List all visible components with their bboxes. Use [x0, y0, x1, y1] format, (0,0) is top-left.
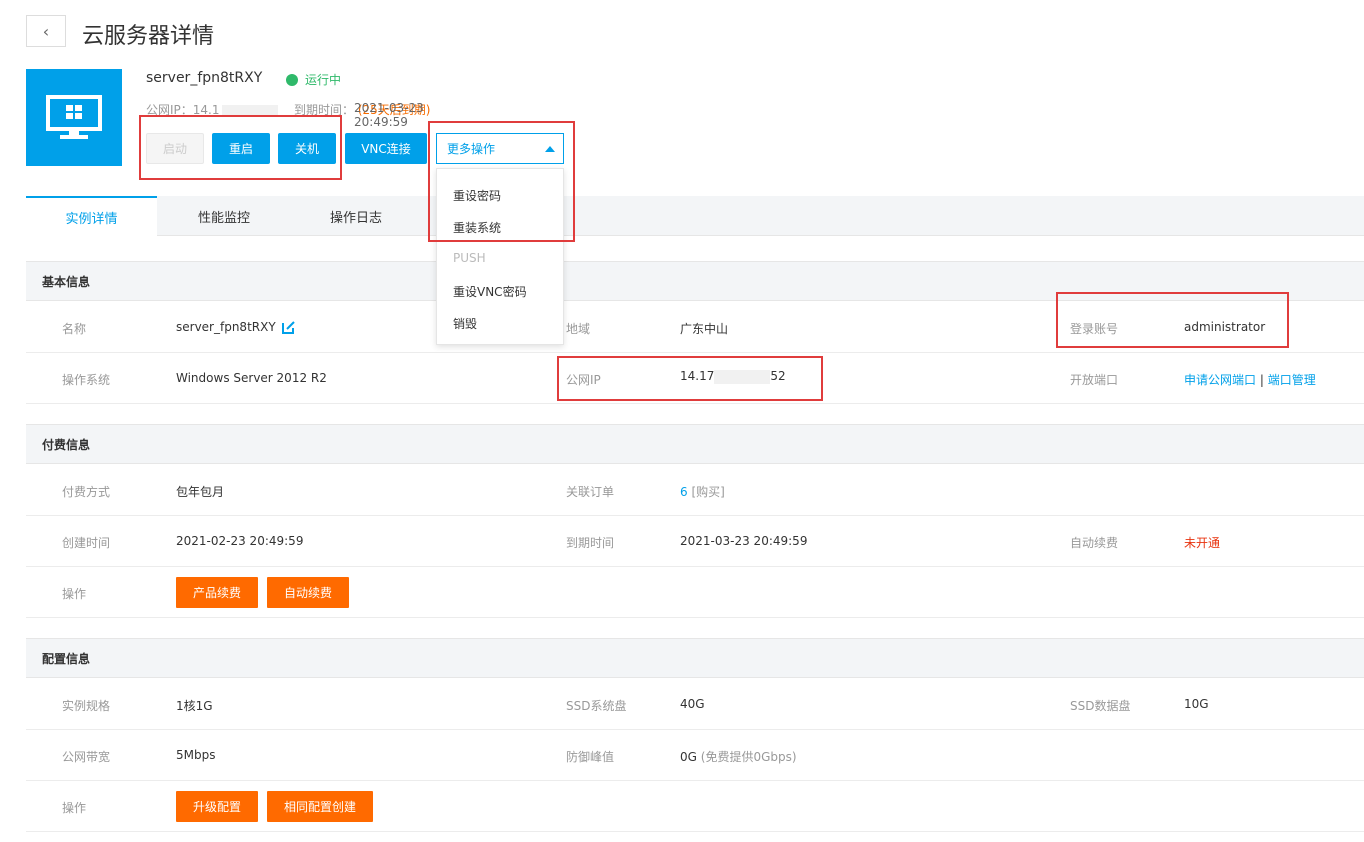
status-dot-icon — [286, 73, 298, 86]
expire-label: 到期时间： — [294, 103, 355, 117]
port-manage-link[interactable]: 端口管理 — [1268, 373, 1316, 387]
public-ip-summary: 公网IP：14.1 — [146, 101, 278, 118]
more-operations-dropdown[interactable]: 更多操作 — [436, 133, 564, 164]
region-label: 地域 — [566, 322, 591, 336]
tab-performance-monitor[interactable]: 性能监控 — [157, 196, 291, 236]
public-ip-value: 14.17 52 — [680, 369, 786, 384]
payment-method-label: 付费方式 — [62, 485, 111, 499]
ip-redaction — [221, 104, 278, 117]
os-label: 操作系统 — [62, 373, 111, 387]
more-operations-menu: 重设密码 重装系统 PUSH 重设VNC密码 销毁 — [436, 168, 564, 345]
related-order-value: 6 [购买] — [680, 483, 725, 500]
login-account-label: 登录账号 — [1070, 322, 1119, 336]
system-disk-label: SSD系统盘 — [566, 699, 627, 713]
name-label: 名称 — [62, 322, 87, 336]
clone-config-button[interactable]: 相同配置创建 — [267, 791, 373, 822]
instance-spec-label: 实例规格 — [62, 699, 111, 713]
ip-end: 52 — [770, 369, 786, 383]
section-billing-info: 付费信息 — [26, 424, 1364, 464]
expire-time-label: 到期时间 — [566, 536, 615, 550]
region-value: 广东中山 — [680, 322, 729, 336]
shutdown-button[interactable]: 关机 — [278, 133, 336, 164]
os-value: Windows Server 2012 R2 — [176, 371, 327, 385]
section-basic-info: 基本信息 — [26, 261, 1364, 301]
tab-operation-log[interactable]: 操作日志 — [291, 196, 421, 236]
row-divider — [26, 403, 1364, 404]
row-divider — [26, 617, 1364, 618]
status-badge: 运行中 — [286, 71, 341, 88]
ip-start: 14.17 — [680, 369, 715, 383]
menu-item-reset-vnc-password[interactable]: 重设VNC密码 — [453, 283, 527, 300]
row-divider — [26, 566, 1364, 567]
menu-item-destroy[interactable]: 销毁 — [453, 315, 477, 332]
order-buy-link[interactable]: [购买] — [691, 485, 724, 499]
expire-time-value: 2021-03-23 20:49:59 — [680, 534, 808, 548]
expire-summary: 到期时间： 2021-03-23 20:49:59 (25天后到期) — [294, 101, 430, 129]
public-ip-label: 公网IP：14.1 — [146, 103, 220, 117]
public-ip-label-row: 公网IP — [566, 373, 601, 387]
auto-renew-button[interactable]: 自动续费 — [267, 577, 349, 608]
ddos-amount: 0G — [680, 750, 697, 764]
row-divider — [26, 831, 1364, 832]
renew-product-button[interactable]: 产品续费 — [176, 577, 258, 608]
name-value: server_fpn8tRXY — [176, 320, 276, 334]
more-operations-label: 更多操作 — [447, 142, 496, 156]
open-ports-label: 开放端口 — [1070, 373, 1119, 387]
created-time-value: 2021-02-23 20:49:59 — [176, 534, 304, 548]
created-time-label: 创建时间 — [62, 536, 111, 550]
system-disk-value: 40G — [680, 697, 705, 711]
windows-server-icon — [26, 69, 122, 166]
row-divider — [26, 352, 1364, 353]
instance-spec-value: 1核1G — [176, 699, 213, 713]
row-divider — [26, 729, 1364, 730]
edit-icon[interactable] — [282, 320, 296, 334]
open-ports-links: 申请公网端口 | 端口管理 — [1184, 371, 1316, 388]
ddos-value: 0G (免费提供0Gbps) — [680, 748, 797, 765]
back-button[interactable]: ‹ — [26, 15, 66, 47]
auto-renew-value: 未开通 — [1184, 536, 1221, 550]
row-divider — [26, 515, 1364, 516]
order-count-link[interactable]: 6 — [680, 485, 688, 499]
start-button[interactable]: 启动 — [146, 133, 204, 164]
restart-button[interactable]: 重启 — [212, 133, 270, 164]
status-text: 运行中 — [305, 73, 342, 87]
bandwidth-value: 5Mbps — [176, 748, 216, 762]
section-config-info: 配置信息 — [26, 638, 1364, 678]
page-title: 云服务器详情 — [82, 24, 215, 49]
data-disk-label: SSD数据盘 — [1070, 699, 1131, 713]
ip-redaction — [714, 369, 771, 384]
related-order-label: 关联订单 — [566, 485, 615, 499]
upgrade-config-button[interactable]: 升级配置 — [176, 791, 258, 822]
bandwidth-label: 公网带宽 — [62, 750, 111, 764]
ddos-label: 防御峰值 — [566, 750, 615, 764]
server-name: server_fpn8tRXY — [146, 70, 263, 86]
chevron-left-icon: ‹ — [42, 21, 50, 41]
menu-item-push: PUSH — [453, 251, 486, 265]
data-disk-value: 10G — [1184, 697, 1209, 711]
menu-item-reinstall-system[interactable]: 重装系统 — [453, 219, 501, 236]
apply-port-link[interactable]: 申请公网端口 — [1184, 373, 1256, 387]
menu-item-reset-password[interactable]: 重设密码 — [453, 187, 501, 204]
ddos-note: (免费提供0Gbps) — [700, 750, 797, 764]
vnc-connect-button[interactable]: VNC连接 — [345, 133, 427, 164]
payment-method-value: 包年包月 — [176, 485, 225, 499]
tab-instance-details[interactable]: 实例详情 — [26, 196, 157, 237]
link-separator: | — [1259, 373, 1264, 387]
billing-operation-label: 操作 — [62, 587, 87, 601]
tab-bar: 实例详情 性能监控 操作日志 — [26, 196, 1364, 237]
caret-up-icon — [545, 146, 555, 152]
row-divider — [26, 780, 1364, 781]
config-operation-label: 操作 — [62, 801, 87, 815]
auto-renew-label: 自动续费 — [1070, 536, 1119, 550]
expire-value: 2021-03-23 20:49:59 — [354, 101, 424, 129]
login-account-value: administrator — [1184, 320, 1266, 334]
